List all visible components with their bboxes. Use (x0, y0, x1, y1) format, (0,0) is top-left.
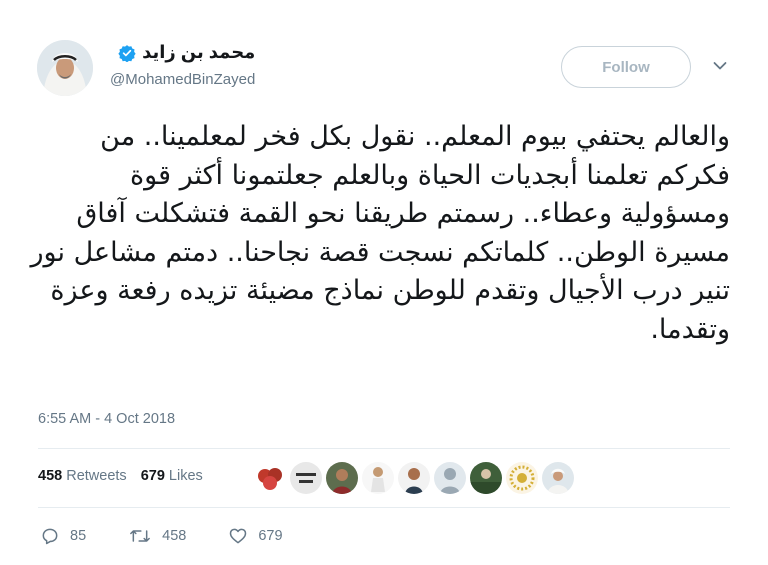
tweet-timestamp[interactable]: 6:55 AM - 4 Oct 2018 (38, 411, 175, 427)
display-name[interactable]: محمد بن زايد (110, 42, 255, 63)
user-info: محمد بن زايد @MohamedBinZayed (110, 42, 255, 88)
retweet-count: 458 (162, 528, 187, 544)
heart-icon (230, 528, 247, 544)
likes-count: 679 (140, 468, 165, 484)
likes-stat[interactable]: 679 Likes (141, 468, 203, 484)
retweets-stat[interactable]: 458 Retweets (38, 468, 127, 484)
reply-count: 85 (70, 528, 87, 544)
liker-avatar[interactable] (542, 462, 574, 494)
retweets-count: 458 (38, 468, 63, 484)
liker-avatar[interactable] (326, 462, 358, 494)
liker-avatar[interactable] (290, 462, 322, 494)
tweet-text: والعالم يحتفي بيوم المعلم.. نقول بكل فخر… (30, 121, 730, 345)
liker-avatar[interactable] (506, 462, 538, 494)
follow-button[interactable]: Follow (561, 46, 691, 88)
display-name-text: محمد بن زايد (142, 42, 256, 62)
tweet-stats: 458 Retweets 679 Likes (38, 468, 203, 484)
divider (38, 507, 730, 508)
tweet-actions: 85 458 679 (40, 526, 325, 546)
liker-avatar[interactable] (362, 462, 394, 494)
user-handle[interactable]: @MohamedBinZayed (110, 71, 255, 88)
retweet-action[interactable]: 458 (128, 526, 186, 546)
avatar[interactable] (37, 40, 93, 96)
reply-icon (42, 528, 58, 545)
liker-avatar[interactable] (254, 462, 286, 494)
liker-avatar[interactable] (470, 462, 502, 494)
chevron-down-icon[interactable] (713, 61, 727, 71)
liker-avatars (254, 462, 574, 494)
retweets-label: Retweets (66, 468, 127, 484)
retweet-icon (130, 530, 151, 542)
like-action[interactable]: 679 (228, 526, 283, 546)
liker-avatar[interactable] (398, 462, 430, 494)
reply-action[interactable]: 85 (40, 526, 86, 546)
verified-badge-icon (118, 44, 136, 62)
liker-avatar[interactable] (434, 462, 466, 494)
divider (38, 448, 730, 449)
likes-label: Likes (168, 468, 203, 484)
like-count: 679 (258, 528, 283, 544)
avatar-image (37, 40, 93, 96)
